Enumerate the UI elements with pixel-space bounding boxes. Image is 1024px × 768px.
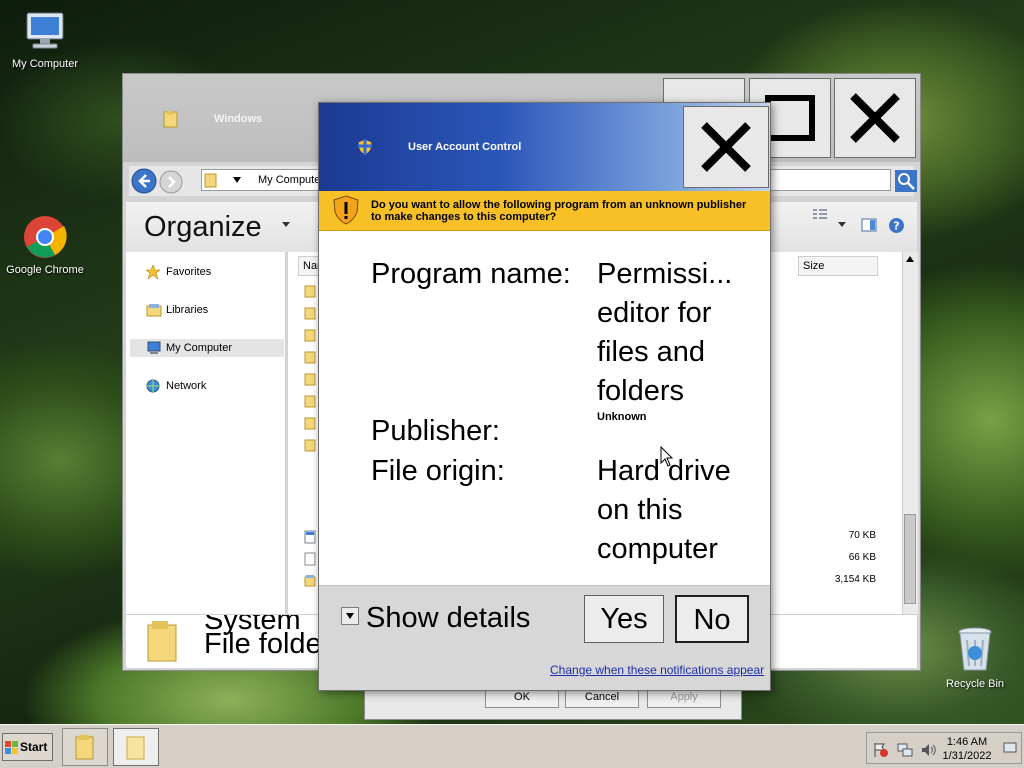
scroll-thumb[interactable] [904, 514, 916, 604]
file-origin-value: Hard drive on this computer [597, 455, 731, 565]
network-icon [146, 379, 160, 393]
publisher-label: Publisher: [371, 415, 500, 447]
no-button[interactable]: No [675, 595, 749, 643]
folder-icon [304, 351, 316, 364]
taskbar-button-properties[interactable] [113, 728, 159, 766]
file-icon [304, 552, 316, 566]
network-status-icon[interactable] [897, 742, 913, 758]
chevron-down-icon[interactable] [838, 222, 846, 228]
folder-icon [204, 173, 217, 188]
folder-icon [304, 417, 316, 430]
yes-button[interactable]: Yes [584, 595, 664, 643]
details-type: File folde [204, 628, 322, 660]
folder-icon [304, 329, 316, 342]
explorer-file-icon [304, 575, 316, 587]
computer-icon [147, 341, 161, 354]
folder-icon [147, 621, 177, 662]
warning-shield-icon [333, 195, 359, 225]
desktop-icon-label: My Computer [11, 58, 79, 70]
close-button[interactable] [834, 78, 916, 158]
close-icon [701, 122, 751, 172]
uac-title: User Account Control [408, 141, 522, 153]
system-tray: 1:46 AM 1/31/2022 [866, 732, 1022, 764]
start-button[interactable]: Start [2, 733, 53, 761]
forward-icon[interactable] [159, 170, 183, 194]
taskbar-button-explorer[interactable] [62, 728, 108, 766]
security-shield-icon [357, 138, 373, 156]
uac-titlebar[interactable]: User Account Control [319, 103, 770, 191]
explorer-title: Windows [214, 113, 263, 125]
volume-icon[interactable] [921, 742, 937, 758]
show-details-toggle[interactable] [341, 607, 359, 625]
desktop-icon-label: Recycle Bin [945, 678, 1005, 690]
folder-icon [304, 395, 316, 408]
column-header-size[interactable]: Size [798, 256, 878, 276]
back-icon[interactable] [131, 168, 157, 194]
nav-item-label: Libraries [166, 304, 209, 316]
uac-prompt: Do you want to allow the following progr… [371, 199, 747, 223]
folder-icon [163, 111, 178, 128]
scroll-up-icon[interactable] [905, 255, 915, 263]
svg-text:?: ? [893, 220, 899, 233]
desktop-icon-google-chrome[interactable]: Google Chrome [0, 214, 90, 276]
help-icon[interactable]: ? [888, 217, 905, 234]
nav-item-my-computer[interactable]: My Computer [130, 339, 284, 357]
address-text: My Compute [258, 174, 321, 186]
recycle-bin-icon [958, 627, 992, 671]
nav-item-network[interactable]: Network [130, 377, 284, 395]
program-file-icon [304, 530, 316, 544]
nav-item-label: Network [166, 380, 207, 392]
notifications-settings-link[interactable]: Change when these notifications appear [550, 663, 764, 677]
nav-item-favorites[interactable]: Favorites [130, 263, 284, 281]
program-name-label: Program name: [371, 258, 571, 290]
desktop-icon-label: Google Chrome [6, 264, 84, 276]
chevron-down-icon [282, 222, 290, 227]
close-icon [850, 93, 900, 143]
view-options-icon[interactable] [812, 208, 828, 222]
folder-icon [126, 736, 145, 760]
uac-warning-banner: Do you want to allow the following progr… [319, 191, 770, 231]
file-origin-label: File origin: [371, 455, 505, 487]
desktop-icon-recycle-bin[interactable]: Recycle Bin [930, 626, 1020, 690]
folder-icon [304, 439, 316, 452]
nav-item-libraries[interactable]: Libraries [130, 301, 284, 319]
file-size: 70 KB [848, 530, 876, 541]
folder-icon [304, 307, 316, 320]
uac-dialog: User Account Control Do you want to allo… [318, 102, 771, 691]
folder-icon [75, 735, 94, 760]
file-size: 66 KB [848, 552, 876, 563]
uac-close-button[interactable] [683, 106, 769, 188]
nav-item-label: My Computer [166, 342, 233, 354]
navigation-pane: Favorites Libraries My Computer Network [126, 252, 286, 614]
star-icon [146, 265, 160, 279]
chevron-down-icon [346, 613, 354, 619]
nav-item-label: Favorites [166, 266, 212, 278]
computer-icon [26, 12, 64, 49]
library-icon [146, 304, 162, 317]
preview-pane-icon[interactable] [861, 218, 877, 232]
show-desktop-icon[interactable] [1003, 742, 1017, 754]
organize-button[interactable]: Organize [144, 209, 262, 245]
windows-logo-icon [5, 741, 18, 754]
file-list-scrollbar[interactable] [902, 252, 918, 614]
folder-icon [304, 285, 316, 298]
search-icon[interactable] [895, 170, 917, 192]
clock-date[interactable]: 1/31/2022 [937, 750, 997, 762]
chrome-icon [24, 216, 67, 258]
clock-time[interactable]: 1:46 AM [937, 736, 997, 748]
taskbar: Start 1:46 AM 1/31/2022 [0, 724, 1024, 768]
action-center-flag-icon[interactable] [873, 742, 889, 758]
desktop-icon-my-computer[interactable]: My Computer [0, 10, 90, 70]
start-label: Start [20, 740, 48, 754]
show-details-label[interactable]: Show details [366, 599, 530, 638]
folder-icon [304, 373, 316, 386]
program-name-value: Permissi... editor for files and folders [597, 258, 733, 407]
publisher-value: Unknown [597, 411, 647, 423]
file-size: 3,154 KB [834, 574, 876, 585]
uac-footer: Show details Yes No Change when these no… [319, 585, 770, 690]
mouse-cursor-icon [660, 446, 674, 467]
chevron-down-icon[interactable] [232, 176, 242, 184]
